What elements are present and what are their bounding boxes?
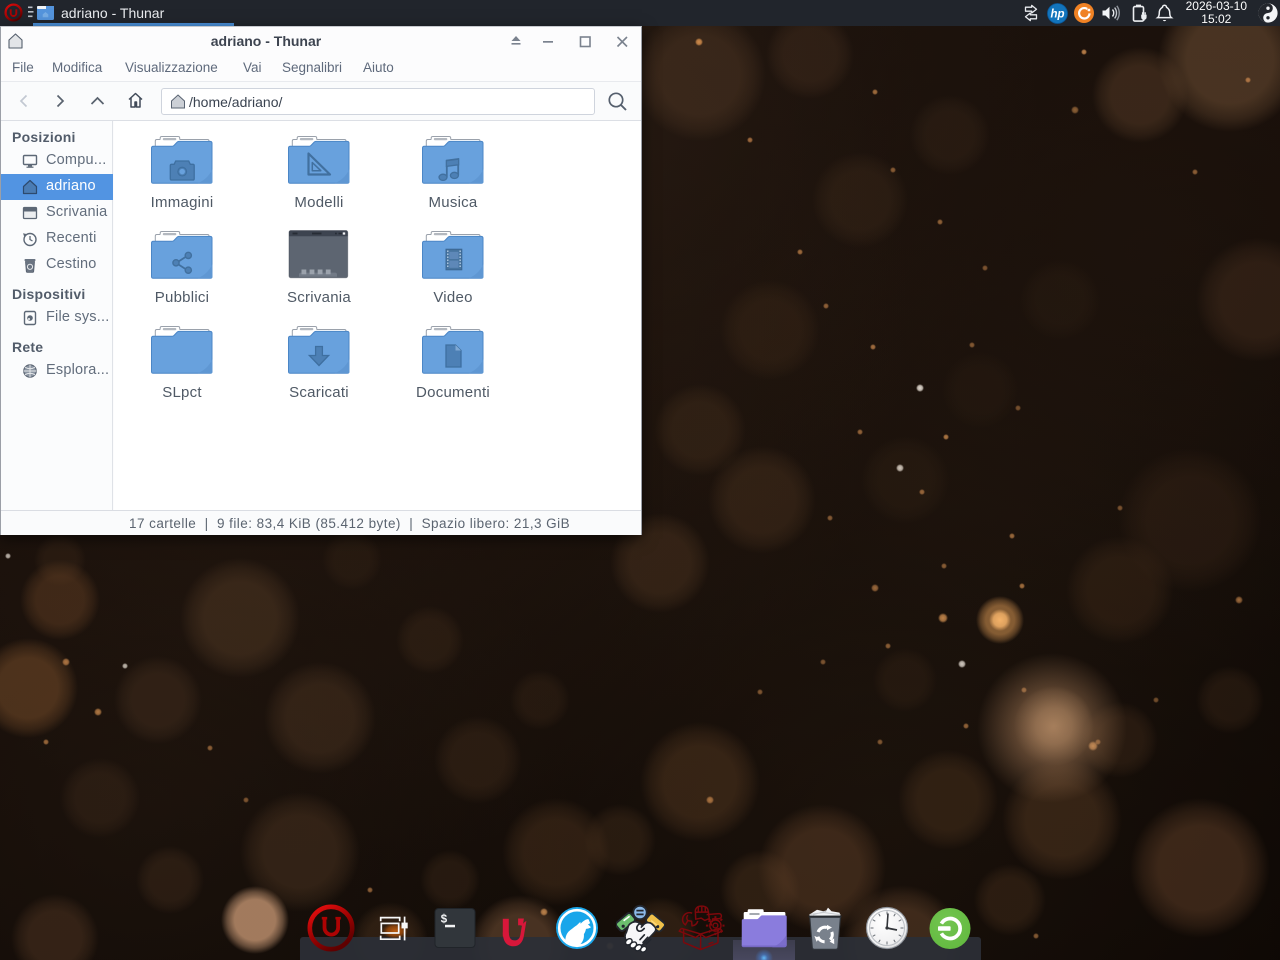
svg-text:$: $: [441, 914, 448, 927]
svg-text:hp: hp: [1050, 9, 1064, 21]
